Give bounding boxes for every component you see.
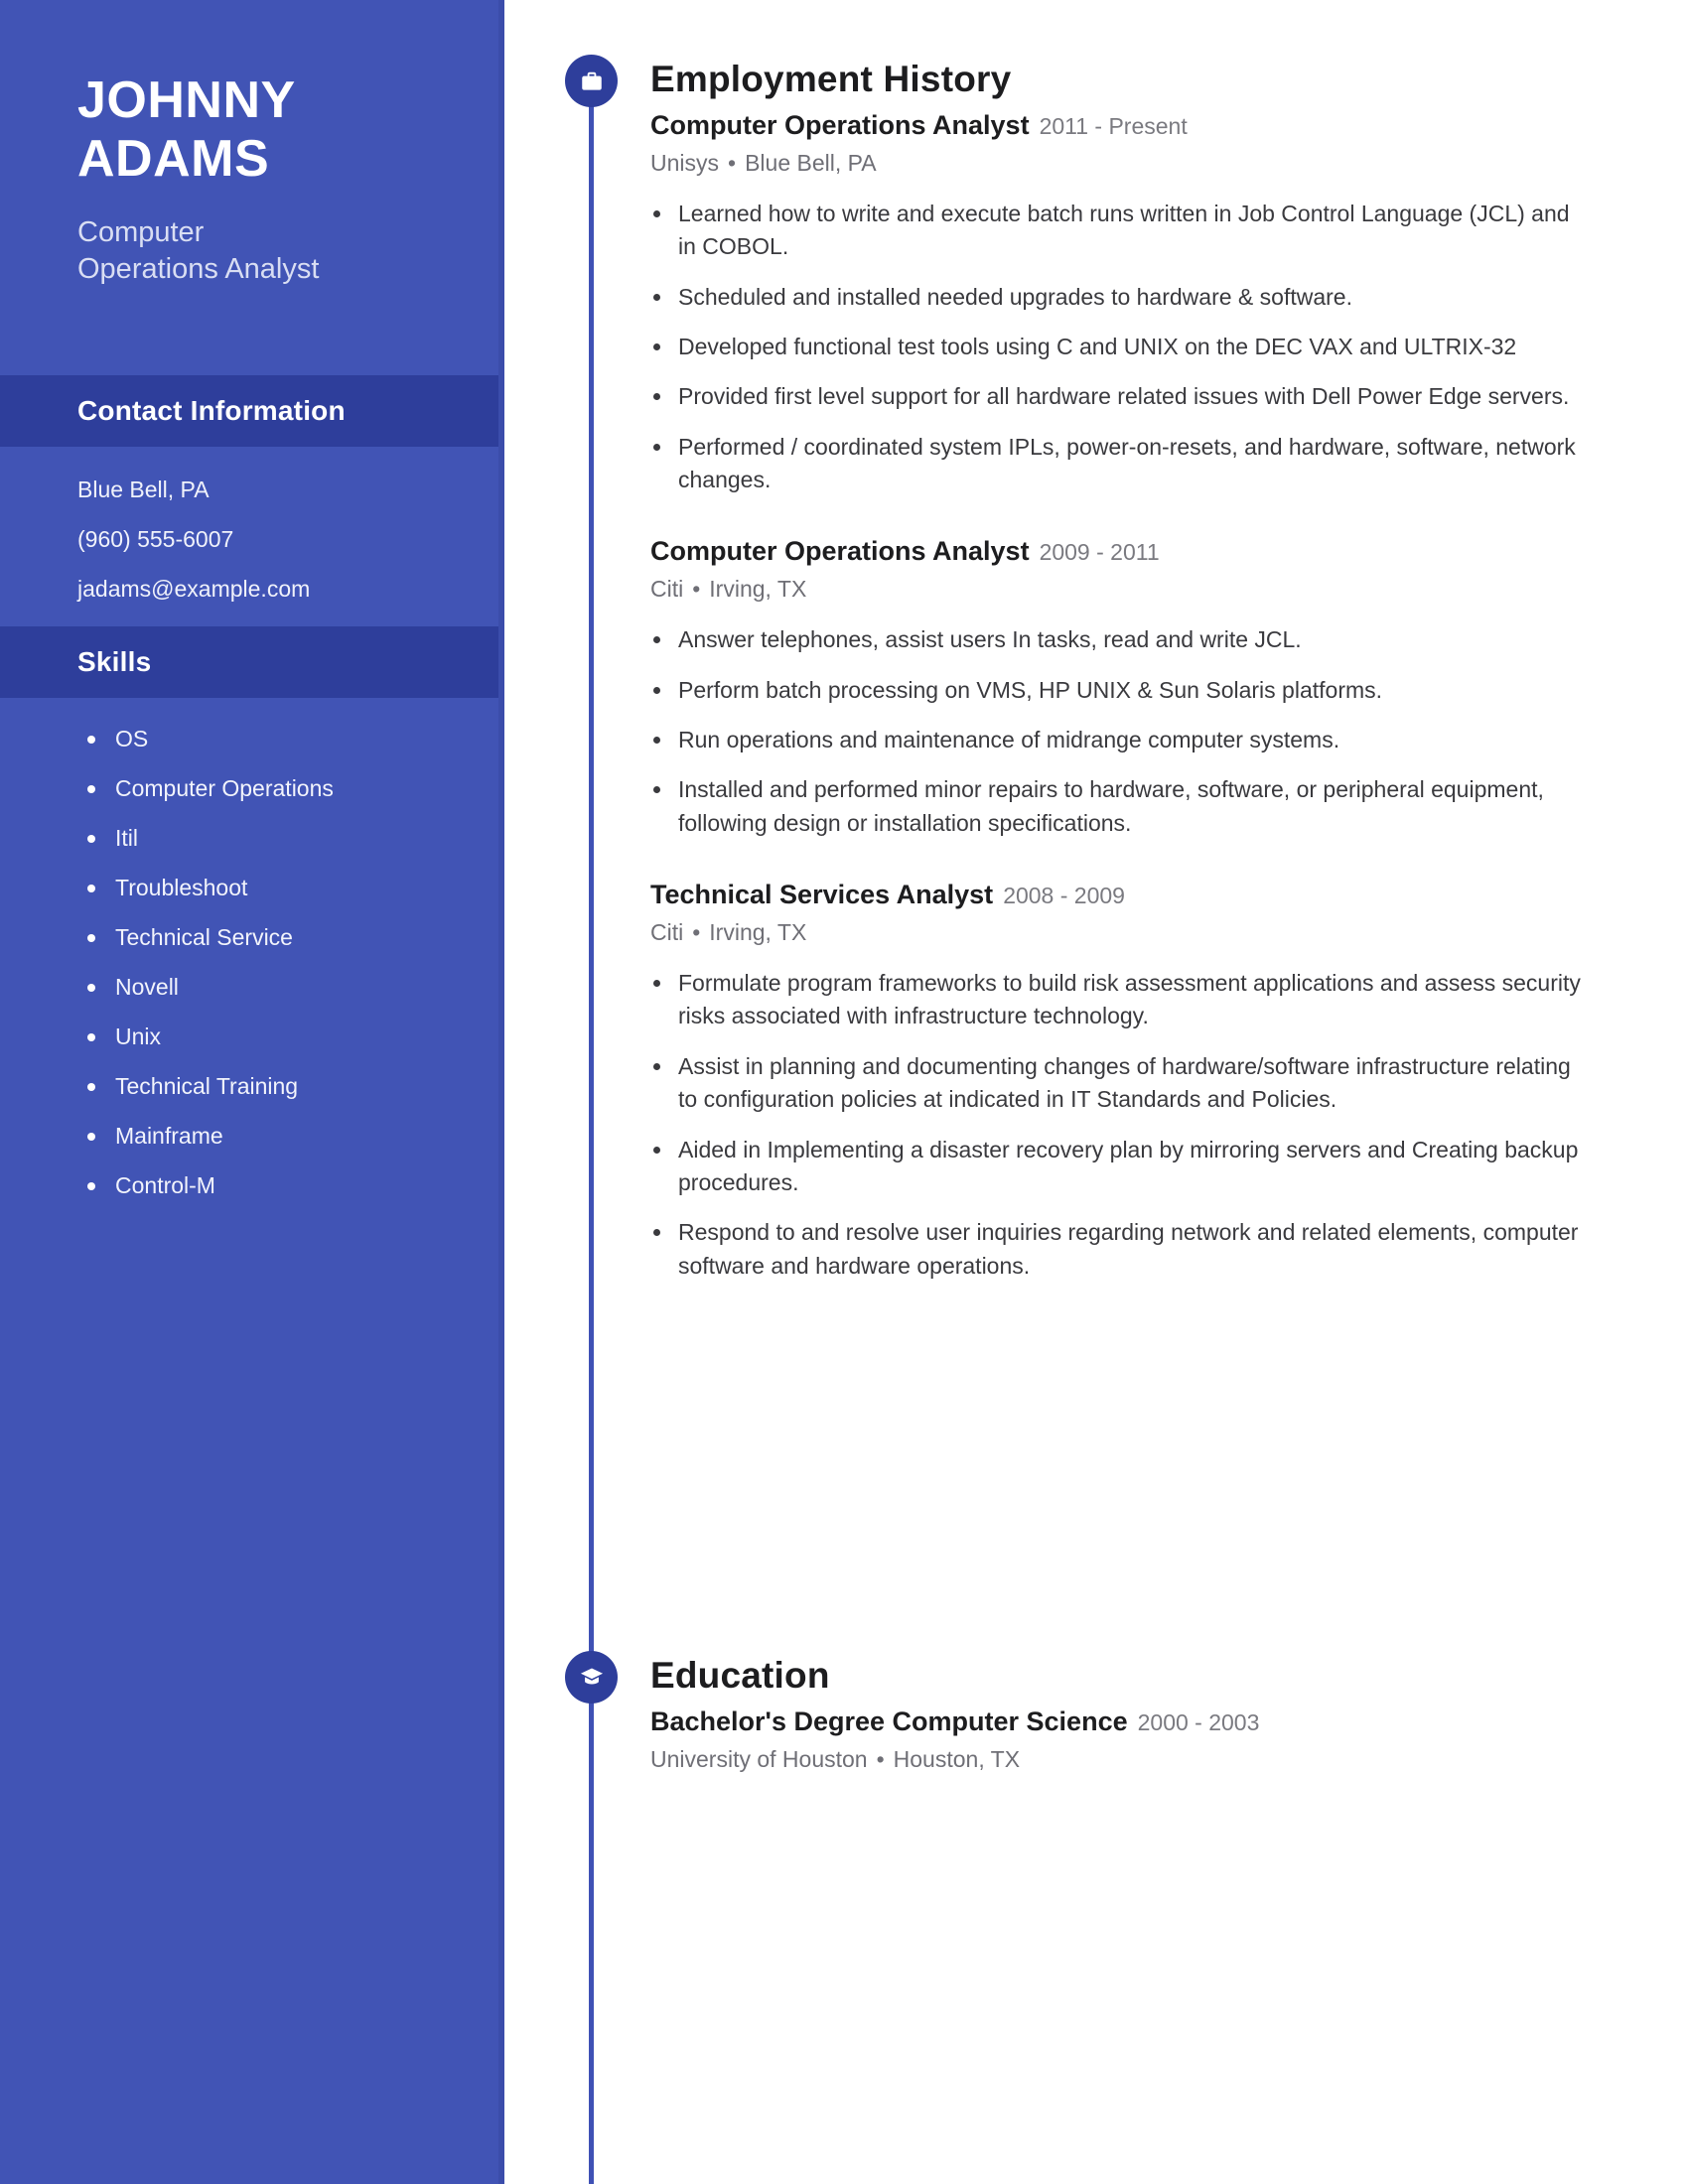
education-section: Education Bachelor's Degree Computer Sci… — [504, 1651, 1688, 1773]
main-content: Employment History Computer Operations A… — [504, 0, 1688, 2184]
skill-item: Technical Training — [83, 1074, 465, 1098]
skill-item: Technical Service — [83, 925, 465, 949]
job-bullets: Learned how to write and execute batch r… — [650, 198, 1688, 496]
job-title: Technical Services Analyst — [650, 880, 994, 910]
briefcase-icon — [565, 55, 618, 107]
education-location: Houston, TX — [893, 1746, 1021, 1772]
job-title-row: Computer Operations Analyst 2009 - 2011 — [650, 536, 1688, 567]
candidate-last-name: ADAMS — [77, 129, 270, 188]
meta-separator: • — [692, 576, 701, 603]
job-company: Citi — [650, 576, 684, 603]
job-company: Unisys — [650, 150, 720, 176]
contact-email[interactable]: jadams@example.com — [77, 577, 445, 601]
job-bullet: Aided in Implementing a disaster recover… — [650, 1134, 1584, 1200]
job-title-row: Computer Operations Analyst 2011 - Presen… — [650, 110, 1688, 141]
job-bullet: Respond to and resolve user inquiries re… — [650, 1216, 1584, 1283]
job-bullet: Developed functional test tools using C … — [650, 331, 1584, 363]
job-bullet: Assist in planning and documenting chang… — [650, 1050, 1584, 1117]
job-meta: Citi • Irving, TX — [650, 576, 1688, 603]
job-bullet: Answer telephones, assist users In tasks… — [650, 623, 1584, 656]
education-meta: University of Houston • Houston, TX — [650, 1746, 1688, 1773]
job-bullet: Performed / coordinated system IPLs, pow… — [650, 431, 1584, 497]
job-bullets: Answer telephones, assist users In tasks… — [650, 623, 1688, 840]
sidebar: JOHNNY ADAMS Computer Operations Analyst… — [0, 0, 504, 2184]
meta-separator: • — [876, 1746, 885, 1772]
contact-phone[interactable]: (960) 555-6007 — [77, 527, 445, 551]
name-block: JOHNNY ADAMS Computer Operations Analyst — [0, 0, 504, 288]
job-entry: Computer Operations Analyst 2009 - 2011 C… — [650, 536, 1688, 840]
education-dates: 2000 - 2003 — [1137, 1709, 1260, 1735]
job-title-row: Technical Services Analyst 2008 - 2009 — [650, 880, 1688, 910]
graduation-cap-icon — [565, 1651, 618, 1704]
job-bullet: Run operations and maintenance of midran… — [650, 724, 1584, 756]
candidate-role-line2: Operations Analyst — [77, 252, 320, 285]
resume-page: JOHNNY ADAMS Computer Operations Analyst… — [0, 0, 1688, 2184]
skill-item: Mainframe — [83, 1124, 465, 1148]
job-company: Citi — [650, 919, 684, 946]
education-title-row: Bachelor's Degree Computer Science 2000 -… — [650, 1706, 1688, 1737]
candidate-role-line1: Computer — [77, 215, 205, 248]
skill-item: Computer Operations — [83, 776, 465, 800]
candidate-role: Computer Operations Analyst — [77, 214, 441, 288]
job-bullet: Learned how to write and execute batch r… — [650, 198, 1584, 264]
education-degree: Bachelor's Degree Computer Science — [650, 1706, 1128, 1736]
candidate-name: JOHNNY ADAMS — [77, 71, 441, 189]
job-meta: Citi • Irving, TX — [650, 919, 1688, 946]
candidate-first-name: JOHNNY — [77, 71, 296, 129]
job-bullet: Scheduled and installed needed upgrades … — [650, 281, 1584, 314]
contact-information-header: Contact Information — [0, 374, 504, 447]
job-location: Irving, TX — [709, 919, 807, 946]
skill-item: Control-M — [83, 1173, 465, 1197]
job-entry: Technical Services Analyst 2008 - 2009 Ci… — [650, 880, 1688, 1283]
job-bullet: Perform batch processing on VMS, HP UNIX… — [650, 674, 1584, 707]
skill-item: Troubleshoot — [83, 876, 465, 899]
contact-information-body: Blue Bell, PA (960) 555-6007 jadams@exam… — [0, 447, 504, 626]
education-heading: Education — [650, 1655, 830, 1696]
skill-item: OS — [83, 727, 465, 751]
skill-item: Itil — [83, 826, 465, 850]
education-entry: Bachelor's Degree Computer Science 2000 -… — [650, 1706, 1688, 1773]
meta-separator: • — [728, 150, 737, 176]
job-bullets: Formulate program frameworks to build ri… — [650, 967, 1688, 1283]
skill-item: Novell — [83, 975, 465, 999]
skills-heading: Skills — [77, 645, 152, 677]
skills-list: OS Computer Operations Itil Troubleshoot… — [0, 698, 504, 1237]
contact-information-heading: Contact Information — [77, 394, 346, 426]
job-meta: Unisys • Blue Bell, PA — [650, 150, 1688, 177]
job-title: Computer Operations Analyst — [650, 536, 1030, 567]
job-dates: 2008 - 2009 — [1003, 883, 1125, 909]
job-location: Blue Bell, PA — [745, 150, 877, 176]
contact-location: Blue Bell, PA — [77, 476, 210, 502]
job-bullet: Provided first level support for all har… — [650, 380, 1584, 413]
job-bullet: Formulate program frameworks to build ri… — [650, 967, 1584, 1033]
employment-history-section: Employment History Computer Operations A… — [504, 55, 1688, 1283]
job-dates: 2009 - 2011 — [1039, 539, 1160, 566]
job-bullet: Installed and performed minor repairs to… — [650, 773, 1584, 840]
skill-item: Unix — [83, 1024, 465, 1048]
job-entry: Computer Operations Analyst 2011 - Presen… — [650, 110, 1688, 496]
job-dates: 2011 - Present — [1039, 113, 1188, 139]
meta-separator: • — [692, 919, 701, 946]
job-title: Computer Operations Analyst — [650, 110, 1030, 140]
skills-header: Skills — [0, 625, 504, 698]
employment-history-heading: Employment History — [650, 59, 1012, 99]
job-location: Irving, TX — [709, 576, 807, 603]
education-school: University of Houston — [650, 1746, 868, 1772]
